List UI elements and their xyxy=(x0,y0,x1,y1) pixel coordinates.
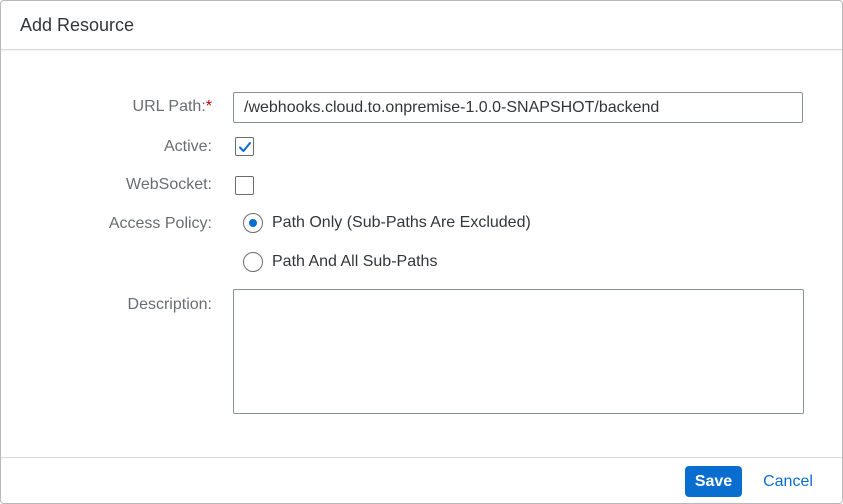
radio-label-path-only: Path Only (Sub-Paths Are Excluded) xyxy=(272,214,531,231)
required-marker: * xyxy=(205,98,212,115)
access-policy-label: Access Policy: xyxy=(108,215,212,232)
radio-selected-dot xyxy=(249,219,257,227)
dialog-header: Add Resource xyxy=(1,1,842,50)
websocket-checkbox[interactable] xyxy=(235,176,254,195)
url-path-input[interactable] xyxy=(233,92,803,123)
url-path-label-text: URL Path: xyxy=(132,98,206,115)
radio-button-unselected[interactable] xyxy=(243,252,263,272)
dialog-footer: Save Cancel xyxy=(1,457,842,503)
url-path-label: URL Path:* xyxy=(133,98,212,116)
description-textarea[interactable] xyxy=(233,289,804,414)
active-checkbox[interactable] xyxy=(235,137,254,156)
active-label: Active: xyxy=(163,138,212,155)
check-icon xyxy=(239,142,251,152)
radio-button-selected[interactable] xyxy=(243,213,263,233)
dialog-title: Add Resource xyxy=(20,15,135,35)
websocket-label: WebSocket: xyxy=(126,176,212,193)
radio-label-all-subpaths: Path And All Sub-Paths xyxy=(272,253,438,270)
description-label: Description: xyxy=(127,296,212,313)
save-button[interactable]: Save xyxy=(685,466,742,497)
add-resource-dialog: Add Resource URL Path:* Active: WebSocke… xyxy=(0,0,843,504)
cancel-button[interactable]: Cancel xyxy=(754,466,822,497)
